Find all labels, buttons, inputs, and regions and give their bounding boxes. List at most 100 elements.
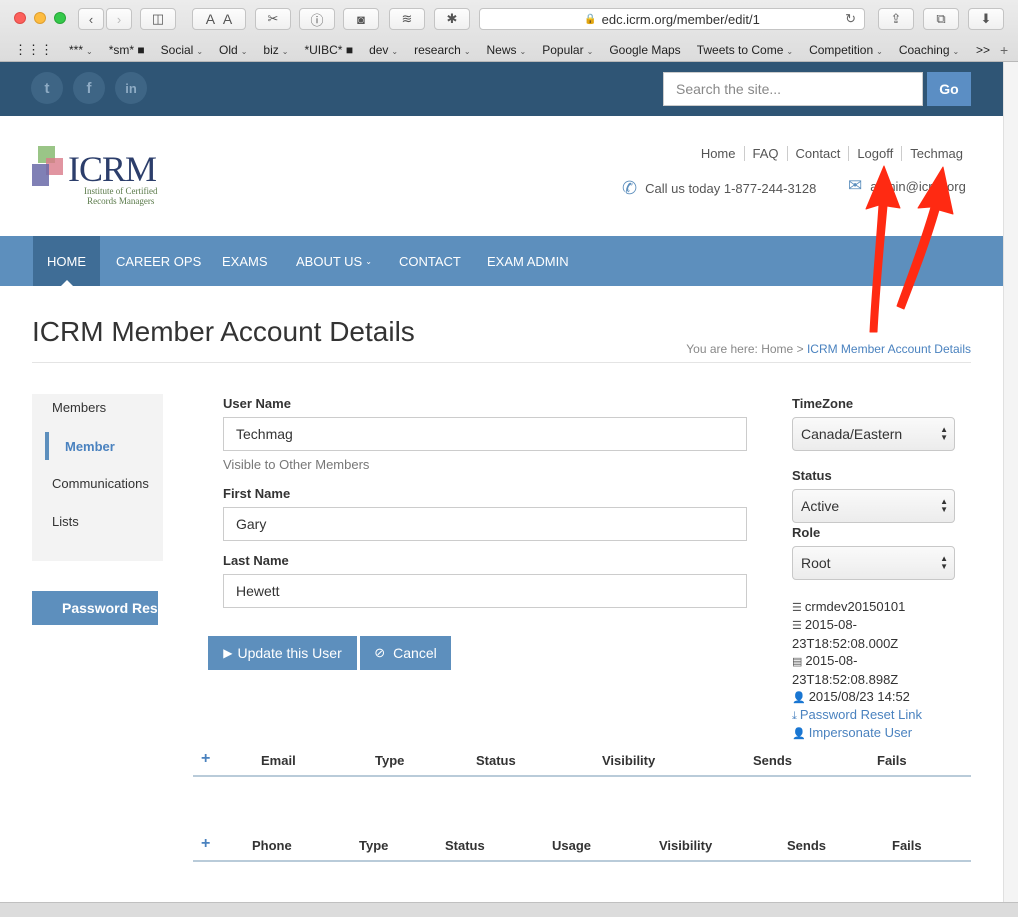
bookmark-item[interactable]: Social ⌄	[153, 43, 211, 57]
downloads-button[interactable]: ⬇	[968, 8, 1004, 30]
browser-chrome: ‹ › ◫ A A ✂ ⓘ ◙ ≋ ✱ 🔒 edc.icrm.org/membe…	[0, 0, 1018, 62]
sidebar-item-lists[interactable]: Lists	[52, 514, 79, 529]
minimize-window-button[interactable]	[34, 12, 46, 24]
url-bar[interactable]: 🔒 edc.icrm.org/member/edit/1 ↻	[479, 8, 865, 30]
close-window-button[interactable]	[14, 12, 26, 24]
status-value: Active	[801, 498, 840, 514]
nav-about-us[interactable]: ABOUT US ⌄	[296, 236, 372, 286]
bookmark-item[interactable]: Tweets to Come ⌄	[689, 43, 801, 57]
column-status: Status	[476, 753, 516, 768]
column-type: Type	[375, 753, 405, 768]
search-go-button[interactable]: Go	[927, 72, 971, 106]
nav-home[interactable]: HOME	[33, 236, 100, 286]
bookmark-item[interactable]: News ⌄	[479, 43, 535, 57]
nav-exams[interactable]: EXAMS	[222, 236, 268, 286]
site-search-input[interactable]: Search the site...	[663, 72, 923, 106]
scissors-icon: ✂	[267, 11, 279, 26]
chevron-down-icon: ⌄	[876, 47, 883, 56]
nav-contact[interactable]: CONTACT	[399, 236, 461, 286]
extensions-button[interactable]: ✱	[434, 8, 470, 30]
nav-exam-admin[interactable]: EXAM ADMIN	[487, 236, 569, 286]
header-link-home[interactable]: Home	[693, 146, 744, 161]
add-phone-button[interactable]: +	[201, 835, 210, 853]
add-email-button[interactable]: +	[201, 750, 210, 768]
grid-icon[interactable]: ⋮⋮⋮	[0, 42, 61, 58]
bookmark-item[interactable]: *UIBC* ■	[296, 43, 361, 57]
page-scrollbar[interactable]	[1003, 62, 1018, 902]
bookmark-item[interactable]: Old ⌄	[211, 43, 255, 57]
bookmark-item[interactable]: Competition ⌄	[801, 43, 891, 57]
impersonate-user-link[interactable]: 👤 Impersonate User	[792, 724, 912, 743]
timezone-select[interactable]: Canada/Eastern ▲ ▼	[792, 417, 955, 451]
twitter-icon[interactable]: t	[31, 72, 63, 104]
status-select[interactable]: Active ▲ ▼	[792, 489, 955, 523]
bookmark-item[interactable]: Google Maps	[601, 43, 688, 57]
updated-date-2: 23T18:52:08.898Z	[792, 672, 899, 687]
pocket-button[interactable]: ◙	[343, 8, 379, 30]
sidebar-toggle-button[interactable]: ◫	[140, 8, 176, 30]
role-select[interactable]: Root ▲ ▼	[792, 546, 955, 580]
column-type: Type	[359, 838, 389, 853]
header-link-contact[interactable]: Contact	[786, 146, 849, 161]
header-link-faq[interactable]: FAQ	[743, 146, 787, 161]
sidebar-item-members[interactable]: Members	[52, 400, 106, 415]
nav-career-ops[interactable]: CAREER OPS	[116, 236, 201, 286]
forward-button[interactable]: ›	[106, 8, 132, 30]
tabs-button[interactable]: ⧉	[923, 8, 959, 30]
lastname-label: Last Name	[223, 553, 289, 568]
password-reset-link[interactable]: ⤓ Password Reset Link	[792, 706, 922, 725]
header-link-logoff[interactable]: Logoff	[848, 146, 901, 161]
bookmark-item[interactable]: *** ⌄	[61, 43, 101, 57]
email-text: admin@icrm.org	[870, 178, 966, 194]
sidebar-icon: ◫	[151, 11, 165, 26]
text-size-button[interactable]: A A	[192, 8, 246, 30]
call-us: ✆ Call us today 1-877-244-3128	[622, 178, 816, 199]
breadcrumb-home[interactable]: Home	[761, 342, 793, 356]
column-fails: Fails	[892, 838, 922, 853]
updated-date-1: 2015-08-	[805, 653, 858, 668]
firstname-input[interactable]: Gary	[223, 507, 747, 541]
back-button[interactable]: ‹	[78, 8, 104, 30]
sidebar-item-communications[interactable]: Communications	[52, 476, 149, 491]
bookmark-item[interactable]: *sm* ■	[101, 43, 153, 57]
reader-button[interactable]: ✂	[255, 8, 291, 30]
download-icon: ⬇	[980, 11, 992, 26]
layers-button[interactable]: ≋	[389, 8, 425, 30]
bookmark-item[interactable]: dev ⌄	[361, 43, 406, 57]
facebook-icon[interactable]: f	[73, 72, 105, 104]
logo-sub-line-2: Records Managers	[87, 196, 155, 206]
linkedin-icon[interactable]: in	[115, 72, 147, 104]
chevron-down-icon: ⌄	[586, 47, 594, 56]
cancel-button[interactable]: ⊘ Cancel	[360, 636, 451, 670]
nav-about-us-label: ABOUT US	[296, 253, 363, 269]
bookmark-item[interactable]: Popular ⌄	[534, 43, 601, 57]
reload-icon[interactable]: ↻	[845, 11, 856, 27]
updated-info: ▤ 2015-08- 23T18:52:08.898Z	[792, 652, 898, 689]
header-link-techmag[interactable]: Techmag	[901, 146, 971, 161]
sidebar-active-indicator	[45, 432, 49, 460]
new-tab-icon[interactable]: +	[1000, 42, 1008, 58]
bookmark-item[interactable]: biz ⌄	[255, 43, 296, 57]
bookmark-item[interactable]: research ⌄	[406, 43, 478, 57]
password-reset-button[interactable]: Password Reset	[32, 591, 158, 625]
more-bookmarks-button[interactable]: >>	[968, 43, 998, 57]
bookmark-label: Social	[160, 43, 194, 57]
impersonate-user-label: Impersonate User	[808, 725, 913, 740]
lastname-input[interactable]: Hewett	[223, 574, 747, 608]
column-status: Status	[445, 838, 485, 853]
chevron-down-icon: ⌄	[463, 47, 471, 56]
user-icon: 👤	[792, 692, 806, 704]
info-button[interactable]: ⓘ	[299, 8, 335, 30]
sidebar-item-member[interactable]: Member	[65, 439, 115, 454]
breadcrumb-current[interactable]: ICRM Member Account Details	[807, 342, 971, 356]
chevron-down-icon: ⌄	[365, 256, 372, 266]
breadcrumb-prefix: You are here:	[686, 342, 758, 356]
update-user-button[interactable]: ▶ Update this User	[208, 636, 357, 670]
share-button[interactable]: ⇪	[878, 8, 914, 30]
username-input[interactable]: Techmag	[223, 417, 747, 451]
chevron-down-icon: ⌄	[786, 47, 794, 56]
zoom-window-button[interactable]	[54, 12, 66, 24]
bookmark-item[interactable]: Coaching ⌄	[891, 43, 967, 57]
icrm-logo[interactable]: ICRM Institute of Certified Records Mana…	[32, 146, 172, 210]
contact-email[interactable]: ✉ admin@icrm.org	[848, 176, 966, 196]
